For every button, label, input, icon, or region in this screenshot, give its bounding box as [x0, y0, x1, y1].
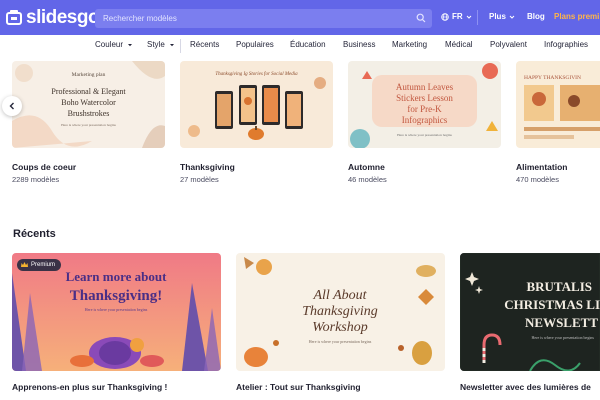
- thumb-title-line: Boho Watercolor: [61, 98, 116, 107]
- blog-link[interactable]: Blog: [527, 12, 545, 21]
- thumb-subtitle: Here is where your presentation begins: [397, 133, 452, 137]
- crown-icon: [21, 262, 28, 267]
- logo-text: slidesgo: [26, 7, 100, 28]
- thumb-title-line: for Pre-K: [407, 104, 442, 114]
- nav-color-dropdown[interactable]: Couleur: [95, 40, 133, 49]
- template-card[interactable]: Learn more about Thanksgiving! Here is w…: [12, 253, 221, 392]
- thumb-title-line: Brushstrokes: [68, 109, 110, 118]
- chevron-left-icon: [9, 102, 14, 110]
- category-carousel: Marketing plan Professional & Elegant Bo…: [0, 57, 600, 187]
- nav-item-recent[interactable]: Récents: [190, 40, 219, 49]
- thumb-title-line: All About: [312, 288, 367, 303]
- template-card[interactable]: All About Thanksgiving Workshop Here is …: [236, 253, 445, 392]
- category-thumbnail[interactable]: Marketing plan Professional & Elegant Bo…: [12, 61, 165, 148]
- chevron-down-icon: [466, 15, 472, 19]
- thumb-subtitle: Here is where your presentation begins: [309, 339, 372, 344]
- thumb-title-line: NEWSLETT: [525, 315, 598, 330]
- nav-style-dropdown[interactable]: Style: [147, 40, 175, 49]
- nav-item-medical[interactable]: Médical: [445, 40, 473, 49]
- template-thumbnail[interactable]: All About Thanksgiving Workshop Here is …: [236, 253, 445, 371]
- thanksgiving-stories-preview: Thanksgiving Ig Stories for Social Media: [180, 61, 333, 148]
- slidesgo-logo-icon: [6, 10, 22, 25]
- autumn-leaves-preview: Autumn Leaves Stickers Lesson for Pre-K …: [348, 61, 501, 148]
- search-input[interactable]: [103, 12, 403, 25]
- search-bar[interactable]: [95, 9, 432, 28]
- thumb-title-line: Professional & Elegant: [51, 87, 126, 96]
- category-thumbnail[interactable]: HAPPY THANKSGIVIN: [516, 61, 600, 148]
- premium-plans-link[interactable]: Plans premi: [554, 12, 599, 21]
- premium-badge: Premium: [17, 259, 62, 271]
- thanksgiving-workshop-preview: All About Thanksgiving Workshop Here is …: [236, 253, 445, 371]
- nav-item-infographics[interactable]: Infographies: [544, 40, 588, 49]
- category-card[interactable]: HAPPY THANKSGIVIN Alimentation 470 modèl…: [516, 61, 600, 184]
- template-card[interactable]: BRUTALIS CHRISTMAS LI NEWSLETT Here is w…: [460, 253, 600, 392]
- nav-item-business[interactable]: Business: [343, 40, 375, 49]
- globe-icon: [441, 12, 449, 21]
- category-thumbnail[interactable]: Thanksgiving Ig Stories for Social Media: [180, 61, 333, 148]
- nav-item-education[interactable]: Éducation: [290, 40, 326, 49]
- thumb-subtitle: Here is where your presentation begins: [85, 307, 148, 312]
- template-title[interactable]: Newsletter avec des lumières de: [460, 382, 591, 392]
- thumb-title-line: Autumn Leaves: [396, 82, 454, 92]
- search-icon[interactable]: [416, 13, 426, 23]
- thumb-title: Thanksgiving Ig Stories for Social Media: [215, 72, 298, 77]
- thumb-title: HAPPY THANKSGIVIN: [524, 75, 581, 81]
- nav-item-label: Style: [147, 40, 165, 49]
- category-title[interactable]: Coups de coeur: [12, 162, 76, 172]
- premium-label: Premium: [31, 262, 56, 268]
- thumb-title-line: Infographics: [402, 115, 448, 125]
- nav-item-marketing[interactable]: Marketing: [392, 40, 427, 49]
- language-label: FR: [452, 12, 463, 21]
- top-header: slidesgo FR Plus Blog Plans premi: [0, 0, 600, 35]
- category-card[interactable]: Autumn Leaves Stickers Lesson for Pre-K …: [348, 61, 501, 184]
- category-nav: Couleur Style Récents Populaires Éducati…: [0, 35, 600, 57]
- category-count: 27 modèles: [180, 175, 219, 184]
- thumb-subtitle: Here is where your presentation begins: [61, 123, 116, 127]
- nav-divider: [180, 39, 181, 53]
- category-card[interactable]: Marketing plan Professional & Elegant Bo…: [12, 61, 165, 184]
- thumb-title-line: CHRISTMAS LI: [504, 297, 600, 312]
- boho-template-preview: Marketing plan Professional & Elegant Bo…: [12, 61, 165, 148]
- thumb-title-line: Stickers Lesson: [396, 93, 453, 103]
- more-label: Plus: [489, 12, 506, 21]
- nav-item-label: Couleur: [95, 40, 124, 49]
- carousel-prev-button[interactable]: [2, 96, 22, 116]
- category-title[interactable]: Alimentation: [516, 162, 567, 172]
- category-thumbnail[interactable]: Autumn Leaves Stickers Lesson for Pre-K …: [348, 61, 501, 148]
- more-menu[interactable]: Plus: [489, 12, 515, 21]
- template-title[interactable]: Atelier : Tout sur Thanksgiving: [236, 382, 361, 392]
- thumb-small-title: Marketing plan: [72, 72, 106, 78]
- category-count: 2289 modèles: [12, 175, 60, 184]
- thumb-title-line: BRUTALIS: [526, 279, 592, 294]
- nav-item-multipurpose[interactable]: Polyvalent: [490, 40, 527, 49]
- template-thumbnail[interactable]: Learn more about Thanksgiving! Here is w…: [12, 253, 221, 371]
- thumb-title-line: Thanksgiving: [302, 304, 377, 319]
- slidesgo-logo[interactable]: slidesgo: [6, 7, 100, 29]
- template-thumbnail[interactable]: BRUTALIS CHRISTMAS LI NEWSLETT Here is w…: [460, 253, 600, 371]
- category-card[interactable]: Thanksgiving Ig Stories for Social Media…: [180, 61, 333, 184]
- section-title-recent: Récents: [13, 228, 56, 240]
- thumb-subtitle: Here is where your presentation begins: [531, 335, 594, 340]
- nav-item-popular[interactable]: Populaires: [236, 40, 274, 49]
- thumb-title-line: Workshop: [312, 320, 368, 335]
- thumb-title-line: Thanksgiving!: [70, 288, 163, 304]
- header-divider: [477, 10, 478, 25]
- brutalist-newsletter-preview: BRUTALIS CHRISTMAS LI NEWSLETT Here is w…: [460, 253, 600, 371]
- chevron-down-icon: [128, 43, 133, 46]
- language-selector[interactable]: FR: [441, 12, 472, 21]
- thumb-title-line: Learn more about: [66, 269, 168, 284]
- category-count: 46 modèles: [348, 175, 387, 184]
- category-title[interactable]: Automne: [348, 162, 385, 172]
- category-count: 470 modèles: [516, 175, 559, 184]
- template-title[interactable]: Apprenons-en plus sur Thanksgiving !: [12, 382, 167, 392]
- category-title[interactable]: Thanksgiving: [180, 162, 235, 172]
- happy-thanksgiving-preview: HAPPY THANKSGIVIN: [516, 61, 600, 148]
- chevron-down-icon: [169, 43, 174, 46]
- chevron-down-icon: [509, 15, 515, 19]
